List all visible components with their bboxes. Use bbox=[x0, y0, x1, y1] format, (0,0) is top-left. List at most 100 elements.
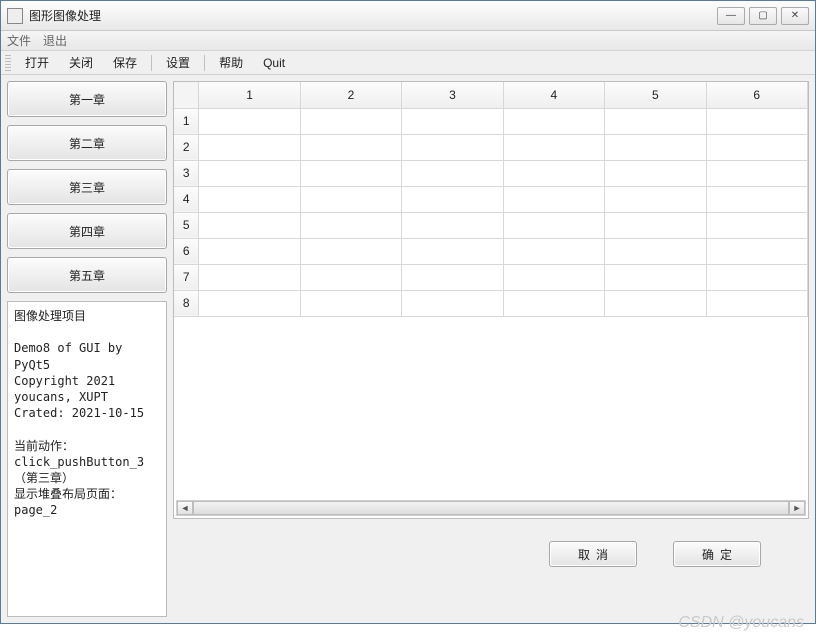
row-header[interactable]: 6 bbox=[174, 238, 199, 264]
cell[interactable] bbox=[402, 134, 503, 160]
main-window: 图形图像处理 — ▢ ✕ 文件 退出 打开 关闭 保存 设置 帮助 Quit 第… bbox=[0, 0, 816, 624]
row-header[interactable]: 2 bbox=[174, 134, 199, 160]
ok-button[interactable]: 确定 bbox=[673, 541, 761, 567]
toolbar-close[interactable]: 关闭 bbox=[59, 52, 103, 73]
cell[interactable] bbox=[605, 264, 706, 290]
cell[interactable] bbox=[402, 186, 503, 212]
cell[interactable] bbox=[605, 290, 706, 316]
chapter-button-1[interactable]: 第一章 bbox=[7, 81, 167, 117]
titlebar: 图形图像处理 — ▢ ✕ bbox=[1, 1, 815, 31]
cell[interactable] bbox=[300, 186, 401, 212]
cell[interactable] bbox=[605, 186, 706, 212]
cell[interactable] bbox=[199, 212, 300, 238]
cell[interactable] bbox=[402, 160, 503, 186]
row-header[interactable]: 1 bbox=[174, 108, 199, 134]
chapter-button-4[interactable]: 第四章 bbox=[7, 213, 167, 249]
window-title: 图形图像处理 bbox=[29, 7, 717, 24]
cell[interactable] bbox=[503, 160, 604, 186]
col-header[interactable]: 3 bbox=[402, 82, 503, 108]
toolbar-open[interactable]: 打开 bbox=[15, 52, 59, 73]
cell[interactable] bbox=[199, 160, 300, 186]
toolbar-separator bbox=[151, 55, 152, 71]
cell[interactable] bbox=[503, 212, 604, 238]
table-widget[interactable]: 1 2 3 4 5 6 1 2 3 4 5 6 7 8 bbox=[173, 81, 809, 519]
chapter-button-2[interactable]: 第二章 bbox=[7, 125, 167, 161]
scroll-track[interactable] bbox=[193, 501, 789, 515]
cell[interactable] bbox=[706, 238, 807, 264]
cell[interactable] bbox=[503, 108, 604, 134]
cell[interactable] bbox=[706, 264, 807, 290]
cell[interactable] bbox=[706, 186, 807, 212]
cell[interactable] bbox=[605, 134, 706, 160]
row-header[interactable]: 8 bbox=[174, 290, 199, 316]
row-header[interactable]: 4 bbox=[174, 186, 199, 212]
toolbar-save[interactable]: 保存 bbox=[103, 52, 147, 73]
menu-file[interactable]: 文件 bbox=[7, 32, 31, 49]
cell[interactable] bbox=[503, 238, 604, 264]
cell[interactable] bbox=[402, 264, 503, 290]
grid-corner bbox=[174, 82, 199, 108]
menu-exit[interactable]: 退出 bbox=[43, 32, 67, 49]
cell[interactable] bbox=[300, 212, 401, 238]
cell[interactable] bbox=[199, 238, 300, 264]
body: 第一章 第二章 第三章 第四章 第五章 图像处理项目 Demo8 of GUI … bbox=[1, 75, 815, 623]
toolbar: 打开 关闭 保存 设置 帮助 Quit bbox=[1, 51, 815, 75]
toolbar-separator bbox=[204, 55, 205, 71]
cell[interactable] bbox=[605, 238, 706, 264]
cell[interactable] bbox=[300, 160, 401, 186]
cell[interactable] bbox=[199, 186, 300, 212]
cell[interactable] bbox=[199, 108, 300, 134]
cell[interactable] bbox=[300, 290, 401, 316]
cell[interactable] bbox=[300, 238, 401, 264]
cell[interactable] bbox=[706, 160, 807, 186]
cell[interactable] bbox=[503, 186, 604, 212]
row-header[interactable]: 5 bbox=[174, 212, 199, 238]
scroll-left-icon[interactable]: ◄ bbox=[177, 501, 193, 515]
cell[interactable] bbox=[503, 264, 604, 290]
cell[interactable] bbox=[300, 264, 401, 290]
cell[interactable] bbox=[706, 134, 807, 160]
toolbar-quit[interactable]: Quit bbox=[253, 54, 295, 72]
maximize-button[interactable]: ▢ bbox=[749, 7, 777, 25]
info-line: 当前动作： bbox=[14, 439, 74, 453]
cell[interactable] bbox=[300, 108, 401, 134]
cell[interactable] bbox=[199, 264, 300, 290]
cell[interactable] bbox=[706, 212, 807, 238]
info-title: 图像处理项目 bbox=[14, 309, 86, 323]
cell[interactable] bbox=[605, 160, 706, 186]
col-header[interactable]: 1 bbox=[199, 82, 300, 108]
cell[interactable] bbox=[300, 134, 401, 160]
close-button[interactable]: ✕ bbox=[781, 7, 809, 25]
cell[interactable] bbox=[199, 134, 300, 160]
chapter-button-5[interactable]: 第五章 bbox=[7, 257, 167, 293]
cell[interactable] bbox=[402, 108, 503, 134]
chapter-button-3[interactable]: 第三章 bbox=[7, 169, 167, 205]
cell[interactable] bbox=[503, 290, 604, 316]
cell[interactable] bbox=[706, 290, 807, 316]
cell[interactable] bbox=[605, 212, 706, 238]
cell[interactable] bbox=[605, 108, 706, 134]
col-header[interactable]: 2 bbox=[300, 82, 401, 108]
col-header[interactable]: 6 bbox=[706, 82, 807, 108]
scroll-thumb[interactable] bbox=[193, 501, 789, 515]
horizontal-scrollbar[interactable]: ◄ ► bbox=[176, 500, 806, 516]
scroll-right-icon[interactable]: ► bbox=[789, 501, 805, 515]
info-line: 显示堆叠布局页面：page_2 bbox=[14, 487, 122, 517]
col-header[interactable]: 4 bbox=[503, 82, 604, 108]
toolbar-grip-icon bbox=[5, 55, 11, 71]
cell[interactable] bbox=[199, 290, 300, 316]
cell[interactable] bbox=[503, 134, 604, 160]
row-header[interactable]: 3 bbox=[174, 160, 199, 186]
toolbar-help[interactable]: 帮助 bbox=[209, 52, 253, 73]
col-header[interactable]: 5 bbox=[605, 82, 706, 108]
left-column: 第一章 第二章 第三章 第四章 第五章 图像处理项目 Demo8 of GUI … bbox=[7, 81, 167, 617]
cell[interactable] bbox=[402, 212, 503, 238]
row-header[interactable]: 7 bbox=[174, 264, 199, 290]
minimize-button[interactable]: — bbox=[717, 7, 745, 25]
cell[interactable] bbox=[706, 108, 807, 134]
cancel-button[interactable]: 取消 bbox=[549, 541, 637, 567]
toolbar-settings[interactable]: 设置 bbox=[156, 52, 200, 73]
data-grid: 1 2 3 4 5 6 1 2 3 4 5 6 7 8 bbox=[174, 82, 808, 317]
cell[interactable] bbox=[402, 238, 503, 264]
cell[interactable] bbox=[402, 290, 503, 316]
